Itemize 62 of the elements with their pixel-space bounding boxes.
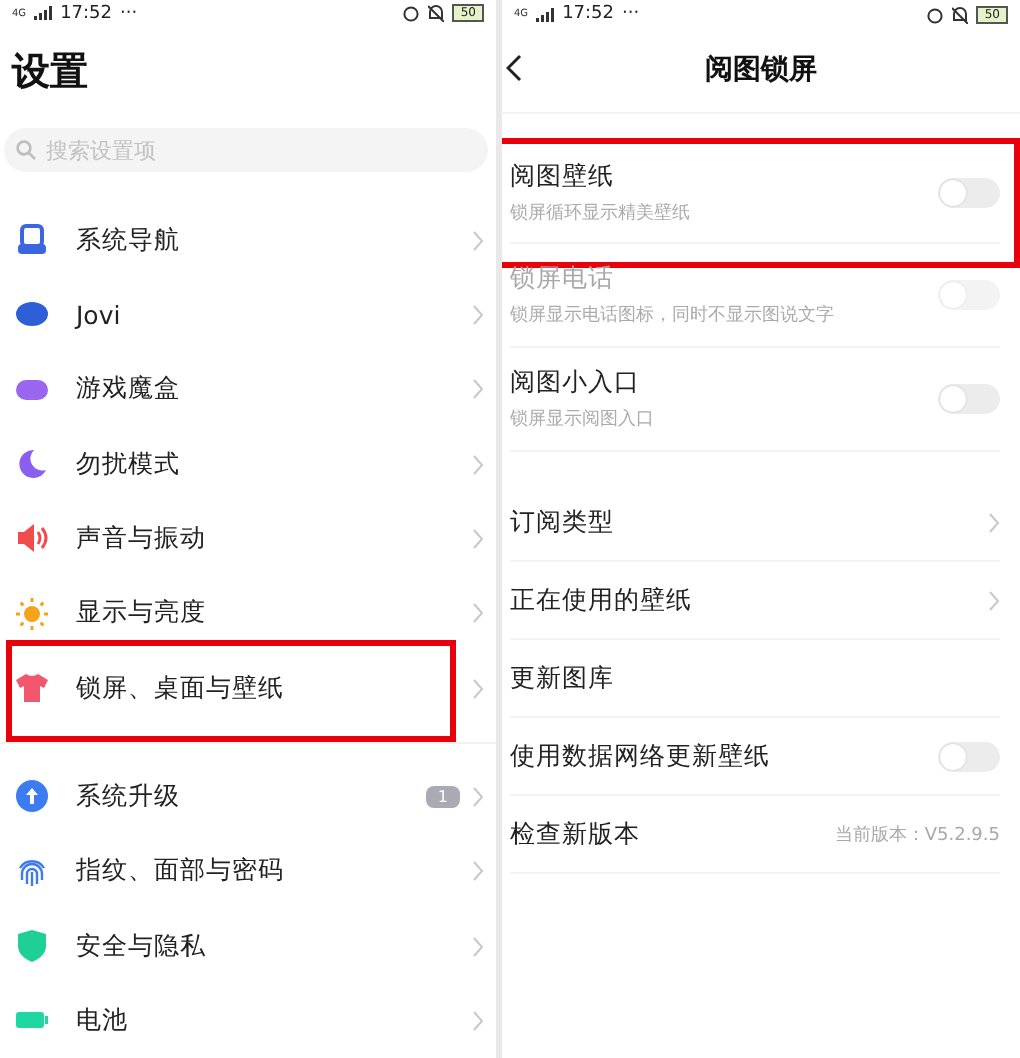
version-text: 当前版本：V5.2.9.5 [834, 823, 1000, 847]
chevron-icon [472, 378, 484, 401]
setting-label: 更新图库 [510, 661, 614, 695]
signal-icon [536, 7, 555, 21]
chevron-icon [988, 511, 1000, 533]
setting-description: 锁屏显示电话图标，同时不显示图说文字 [510, 303, 834, 328]
page-title: 阅图锁屏 [705, 52, 817, 88]
chevron-icon [472, 527, 484, 550]
settings-item[interactable]: 锁屏、桌面与壁纸 [76, 671, 284, 706]
setting-label: 锁屏电话 [510, 262, 616, 296]
setting-label: 订阅类型 [510, 505, 614, 539]
settings-item[interactable]: 电池 [76, 1003, 128, 1038]
chevron-icon [472, 1009, 484, 1032]
page-title: 设置 [9, 47, 90, 98]
settings-item[interactable]: Jovi [76, 299, 121, 330]
toggle-switch[interactable] [938, 177, 1000, 207]
toggle-switch[interactable] [938, 741, 1000, 771]
alarm-icon [402, 4, 421, 23]
search-icon [16, 140, 36, 161]
setting-label: 正在使用的壁纸 [510, 583, 692, 617]
settings-item[interactable]: 显示与亮度 [76, 596, 206, 631]
setting-label: 阅图小入口 [510, 366, 642, 400]
settings-item[interactable]: 勿扰模式 [76, 447, 180, 482]
setting-description: 锁屏循环显示精美壁纸 [510, 201, 690, 225]
robot-icon [16, 224, 48, 257]
more-dots: ··· [120, 3, 138, 24]
chevron-icon [472, 785, 484, 808]
more-dots: ··· [622, 4, 640, 24]
setting-label: 阅图壁纸 [510, 159, 616, 193]
chevron-icon [472, 453, 484, 476]
chevron-icon [472, 229, 484, 252]
chevron-icon [472, 602, 484, 625]
count-badge: 1 [425, 785, 460, 808]
back-icon[interactable] [506, 54, 522, 82]
shield-icon [16, 930, 48, 963]
settings-item[interactable]: 游戏魔盒 [76, 372, 180, 407]
settings-item[interactable]: 系统导航 [76, 223, 180, 258]
bell-icon [952, 5, 969, 23]
moon-icon [16, 448, 48, 481]
settings-item[interactable]: 安全与隐私 [76, 929, 206, 964]
setting-label: 检查新版本 [510, 817, 640, 851]
setting-description: 锁屏显示阅图入口 [510, 407, 654, 432]
sun-icon [16, 597, 48, 630]
settings-item[interactable]: 声音与振动 [76, 521, 206, 556]
alarm-icon [926, 5, 945, 23]
fingerprint-icon [16, 855, 48, 888]
settings-item[interactable]: 指纹、面部与密码 [76, 854, 284, 889]
clock-time: 17:52 [562, 4, 614, 24]
chevron-icon [472, 860, 484, 883]
speaker-icon [16, 522, 48, 555]
upgrade-icon [16, 780, 48, 813]
setting-label: 使用数据网络更新壁纸 [510, 739, 770, 773]
chevron-icon [472, 677, 484, 700]
chevron-icon [472, 303, 484, 326]
toggle-switch[interactable] [938, 384, 1000, 414]
shirt-icon [16, 672, 48, 705]
clock-time: 17:52 [60, 3, 112, 24]
signal-icon [34, 6, 53, 21]
chevron-icon [472, 935, 484, 958]
settings-item[interactable]: 系统升级 [76, 779, 180, 814]
bell-icon [428, 4, 445, 23]
chevron-icon [988, 589, 1000, 611]
